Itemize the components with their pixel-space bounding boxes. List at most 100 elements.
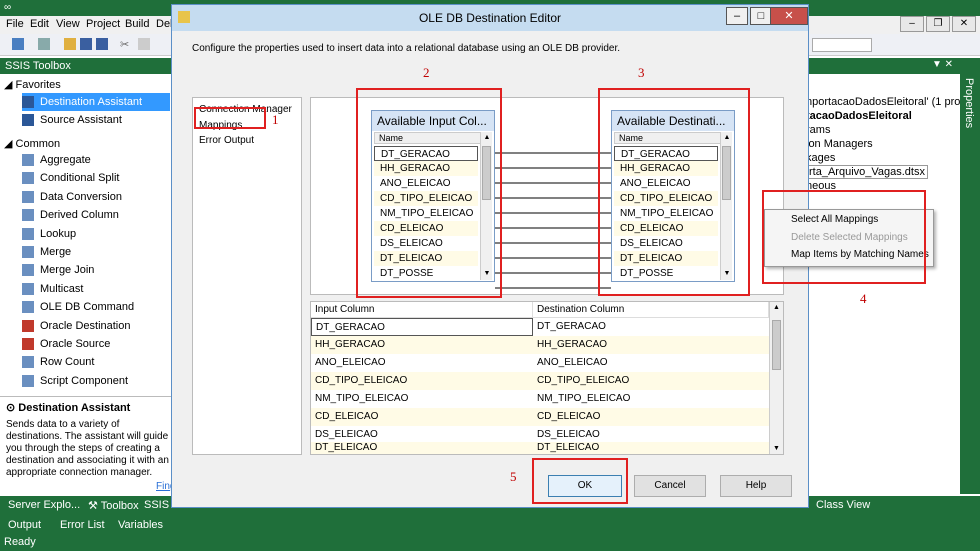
toolbox-item-merge-join[interactable]: Merge Join	[22, 261, 170, 279]
grid-scrollbar[interactable]: ▲ ▼	[769, 302, 783, 454]
status-bar: Ready	[0, 536, 980, 551]
tab-output[interactable]: Output	[8, 519, 41, 531]
menu-view[interactable]: View	[56, 18, 80, 30]
grid-input-cell[interactable]: ANO_ELEICAO	[311, 354, 533, 372]
annotation-box-ok	[532, 458, 628, 504]
common-group[interactable]: ◢ Common	[4, 137, 60, 150]
toolbox-item-derived-column[interactable]: Derived Column	[22, 206, 170, 224]
help-button[interactable]: Help	[720, 475, 792, 497]
toolbox-item-data-conversion[interactable]: Data Conversion	[22, 188, 170, 206]
package-file-line[interactable]: rta_Arquivo_Vagas.dtsx	[806, 165, 928, 179]
toolbox-item-script-component[interactable]: Script Component	[22, 372, 170, 390]
merge-icon	[22, 246, 34, 258]
dialog-maximize-button[interactable]: □	[750, 7, 772, 25]
project-line[interactable]: tacaoDadosEleitoral	[806, 110, 912, 122]
scroll-down-icon[interactable]: ▼	[773, 445, 780, 452]
grid-dest-cell[interactable]: NM_TIPO_ELEICAO	[533, 390, 769, 408]
ide-close-button[interactable]: ✕	[952, 16, 976, 32]
dialog-title-bar: OLE DB Destination Editor – □ ✕	[172, 5, 808, 31]
grid-header-destination[interactable]: Destination Column	[533, 302, 769, 318]
annotation-number-5: 5	[510, 469, 517, 484]
assistant-description-panel: ⊙ Destination Assistant Sends data to a …	[0, 396, 175, 494]
grid-dest-cell[interactable]: DT_ELEICAO	[533, 442, 769, 454]
menu-project[interactable]: Project	[86, 18, 120, 30]
destination-assistant-icon	[22, 96, 34, 108]
grid-dest-cell[interactable]: DT_GERACAO	[533, 318, 769, 336]
pin-icon[interactable]: ▼ ✕	[932, 59, 953, 70]
row-count-icon	[22, 356, 34, 368]
nav-error-output[interactable]: Error Output	[199, 135, 254, 146]
grid-input-cell[interactable]: NM_TIPO_ELEICAO	[311, 390, 533, 408]
tab-toolbox[interactable]: ⚒ Toolbox	[88, 499, 139, 512]
tab-ssis[interactable]: SSIS	[144, 499, 169, 511]
cancel-button[interactable]: Cancel	[634, 475, 706, 497]
toolbar-dropdown[interactable]	[812, 38, 872, 52]
toolbar-save-icon[interactable]	[80, 38, 92, 50]
ide-restore-button[interactable]: ❐	[926, 16, 950, 32]
grid-input-cell[interactable]: CD_ELEICAO	[311, 408, 533, 426]
tab-class-view[interactable]: Class View	[816, 499, 870, 511]
toolbar-save-all-icon[interactable]	[96, 38, 108, 50]
tab-server-explorer[interactable]: Server Explo...	[8, 499, 80, 511]
toolbox-item-conditional-split[interactable]: Conditional Split	[22, 169, 170, 187]
conditional-split-icon	[22, 172, 34, 184]
grid-dest-cell[interactable]: ANO_ELEICAO	[533, 354, 769, 372]
dialog-title: OLE DB Destination Editor	[418, 11, 562, 25]
oracle-source-icon	[22, 338, 34, 350]
grid-input-cell[interactable]: HH_GERACAO	[311, 336, 533, 354]
toolbox-item-source-assistant[interactable]: Source Assistant	[22, 111, 170, 129]
toolbox-item-merge[interactable]: Merge	[22, 243, 170, 261]
merge-join-icon	[22, 264, 34, 276]
properties-label: Properties	[963, 78, 975, 129]
menu-edit[interactable]: Edit	[30, 18, 49, 30]
grid-dest-cell[interactable]: HH_GERACAO	[533, 336, 769, 354]
ide-minimize-button[interactable]: –	[900, 16, 924, 32]
solution-line[interactable]: nportacaoDadosEleitoral' (1 project)	[806, 96, 980, 108]
annotation-number-4: 4	[860, 291, 867, 306]
packages-line[interactable]: kages	[806, 152, 835, 164]
properties-tab[interactable]: Properties	[960, 58, 980, 494]
annotation-box-destination-columns	[598, 88, 750, 296]
toolbox-title: SSIS Toolbox	[0, 58, 171, 74]
toolbar-new-icon[interactable]	[12, 38, 24, 50]
dialog-close-button[interactable]: ✕	[770, 7, 808, 25]
toolbox-item-destination-assistant[interactable]: Destination Assistant	[22, 93, 170, 111]
data-conversion-icon	[22, 191, 34, 203]
annotation-number-2: 2	[423, 65, 430, 80]
tab-error-list[interactable]: Error List	[60, 519, 105, 531]
grid-header-input[interactable]: Input Column	[311, 302, 533, 318]
toolbox-item-oracle-source[interactable]: Oracle Source	[22, 335, 170, 353]
toolbox-item-lookup[interactable]: Lookup	[22, 225, 170, 243]
derived-column-icon	[22, 209, 34, 221]
grid-input-cell[interactable]: DT_ELEICAO	[311, 442, 533, 454]
script-component-icon	[22, 375, 34, 387]
connection-managers-line[interactable]: ion Managers	[806, 138, 873, 150]
lookup-icon	[22, 228, 34, 240]
toolbox-item-row-count[interactable]: Row Count	[22, 353, 170, 371]
menu-build[interactable]: Build	[125, 18, 149, 30]
ssis-toolbox: SSIS Toolbox ◢ Favorites Destination Ass…	[0, 58, 175, 494]
toolbar-copy-icon[interactable]	[138, 38, 150, 50]
scroll-up-icon[interactable]: ▲	[773, 304, 780, 311]
dialog-minimize-button[interactable]: –	[726, 7, 748, 25]
annotation-number-3: 3	[638, 65, 645, 80]
grid-input-cell[interactable]: CD_TIPO_ELEICAO	[311, 372, 533, 390]
toolbox-item-aggregate[interactable]: Aggregate	[22, 151, 170, 169]
annotation-box-input-columns	[356, 88, 502, 298]
favorites-group[interactable]: ◢ Favorites	[4, 78, 61, 91]
toolbar-cut-icon[interactable]: ✂	[120, 38, 129, 51]
grid-input-cell[interactable]: DT_GERACAO	[311, 318, 533, 336]
toolbox-item-ole-db-command[interactable]: OLE DB Command	[22, 298, 170, 316]
aggregate-icon	[22, 154, 34, 166]
toolbar-open-icon[interactable]	[64, 38, 76, 50]
menu-file[interactable]: File	[6, 18, 24, 30]
grid-dest-cell[interactable]: CD_TIPO_ELEICAO	[533, 372, 769, 390]
toolbox-item-multicast[interactable]: Multicast	[22, 280, 170, 298]
scroll-thumb[interactable]	[772, 320, 781, 370]
toolbox-item-oracle-destination[interactable]: Oracle Destination	[22, 317, 170, 335]
grid-dest-cell[interactable]: CD_ELEICAO	[533, 408, 769, 426]
dialog-description: Configure the properties used to insert …	[192, 43, 621, 54]
toolbar-add-icon[interactable]	[38, 38, 50, 50]
tab-variables[interactable]: Variables	[118, 519, 163, 531]
params-line[interactable]: rams	[806, 124, 830, 136]
